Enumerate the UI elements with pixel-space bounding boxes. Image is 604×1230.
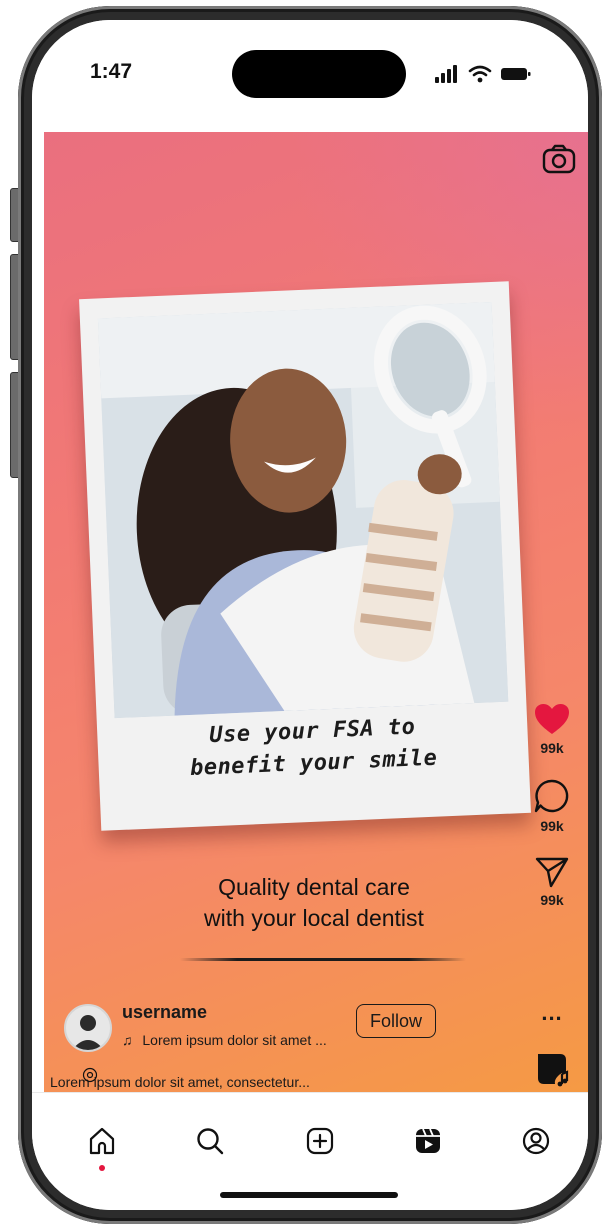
status-icons	[434, 62, 532, 86]
search-icon	[197, 1128, 224, 1155]
profile-icon	[522, 1127, 550, 1155]
photo-illustration	[97, 301, 509, 719]
username[interactable]: username	[122, 1002, 207, 1023]
send-icon[interactable]	[534, 856, 570, 888]
camera-icon	[542, 144, 576, 174]
phone-screen: 1:47 Use your FSA to benefit your smile …	[32, 20, 588, 1210]
audio-track[interactable]: ♫ Lorem ipsum dolor sit amet ...	[122, 1032, 327, 1048]
headline-line2: with your local dentist	[204, 905, 424, 931]
audio-track-label: Lorem ipsum dolor sit amet ...	[142, 1032, 327, 1048]
wifi-icon	[468, 65, 492, 83]
home-icon	[89, 1127, 115, 1155]
share-action: 99k	[528, 856, 576, 908]
more-options-button[interactable]: ...	[528, 1000, 576, 1026]
follow-button[interactable]: Follow	[356, 1004, 436, 1038]
battery-icon	[501, 68, 531, 80]
collab-icon	[82, 1067, 98, 1083]
reel-post[interactable]: Use your FSA to benefit your smile Quali…	[44, 132, 588, 1092]
avatar[interactable]	[64, 1004, 112, 1052]
heart-icon[interactable]	[533, 702, 571, 736]
music-note-icon: ♫	[122, 1032, 133, 1048]
status-time: 1:47	[90, 60, 133, 83]
audio-thumbnail-icon	[538, 1054, 569, 1087]
signal-icon	[435, 65, 457, 83]
nav-search[interactable]	[190, 1121, 230, 1161]
dental-patient-photo	[97, 301, 509, 719]
camera-button[interactable]	[542, 144, 576, 174]
like-count: 99k	[540, 740, 564, 756]
nav-profile[interactable]	[516, 1121, 556, 1161]
add-icon	[306, 1127, 334, 1155]
action-column: 99k 99k 99k	[528, 702, 576, 908]
post-headline: Quality dental care with your local dent…	[154, 872, 474, 934]
comment-action: 99k	[528, 778, 576, 834]
audio-thumbnail[interactable]	[534, 1050, 572, 1088]
comment-count: 99k	[540, 818, 564, 834]
comment-icon[interactable]	[533, 778, 571, 814]
share-count: 99k	[540, 892, 564, 908]
active-tab-indicator	[99, 1165, 105, 1171]
home-indicator[interactable]	[220, 1192, 398, 1198]
nav-home[interactable]	[82, 1121, 122, 1161]
like-action: 99k	[528, 702, 576, 756]
polaroid-caption: Use your FSA to benefit your smile	[97, 707, 529, 789]
nav-reels[interactable]	[408, 1121, 448, 1161]
headline-divider	[180, 958, 466, 961]
reels-icon	[416, 1128, 440, 1153]
author-row: username ♫ Lorem ipsum dolor sit amet ..…	[64, 994, 484, 1054]
headline-line1: Quality dental care	[218, 874, 410, 900]
avatar-placeholder-icon	[72, 1015, 104, 1050]
nav-create[interactable]	[300, 1121, 340, 1161]
dynamic-island	[232, 50, 406, 98]
polaroid-card: Use your FSA to benefit your smile	[79, 281, 531, 831]
status-bar: 1:47	[32, 20, 588, 132]
